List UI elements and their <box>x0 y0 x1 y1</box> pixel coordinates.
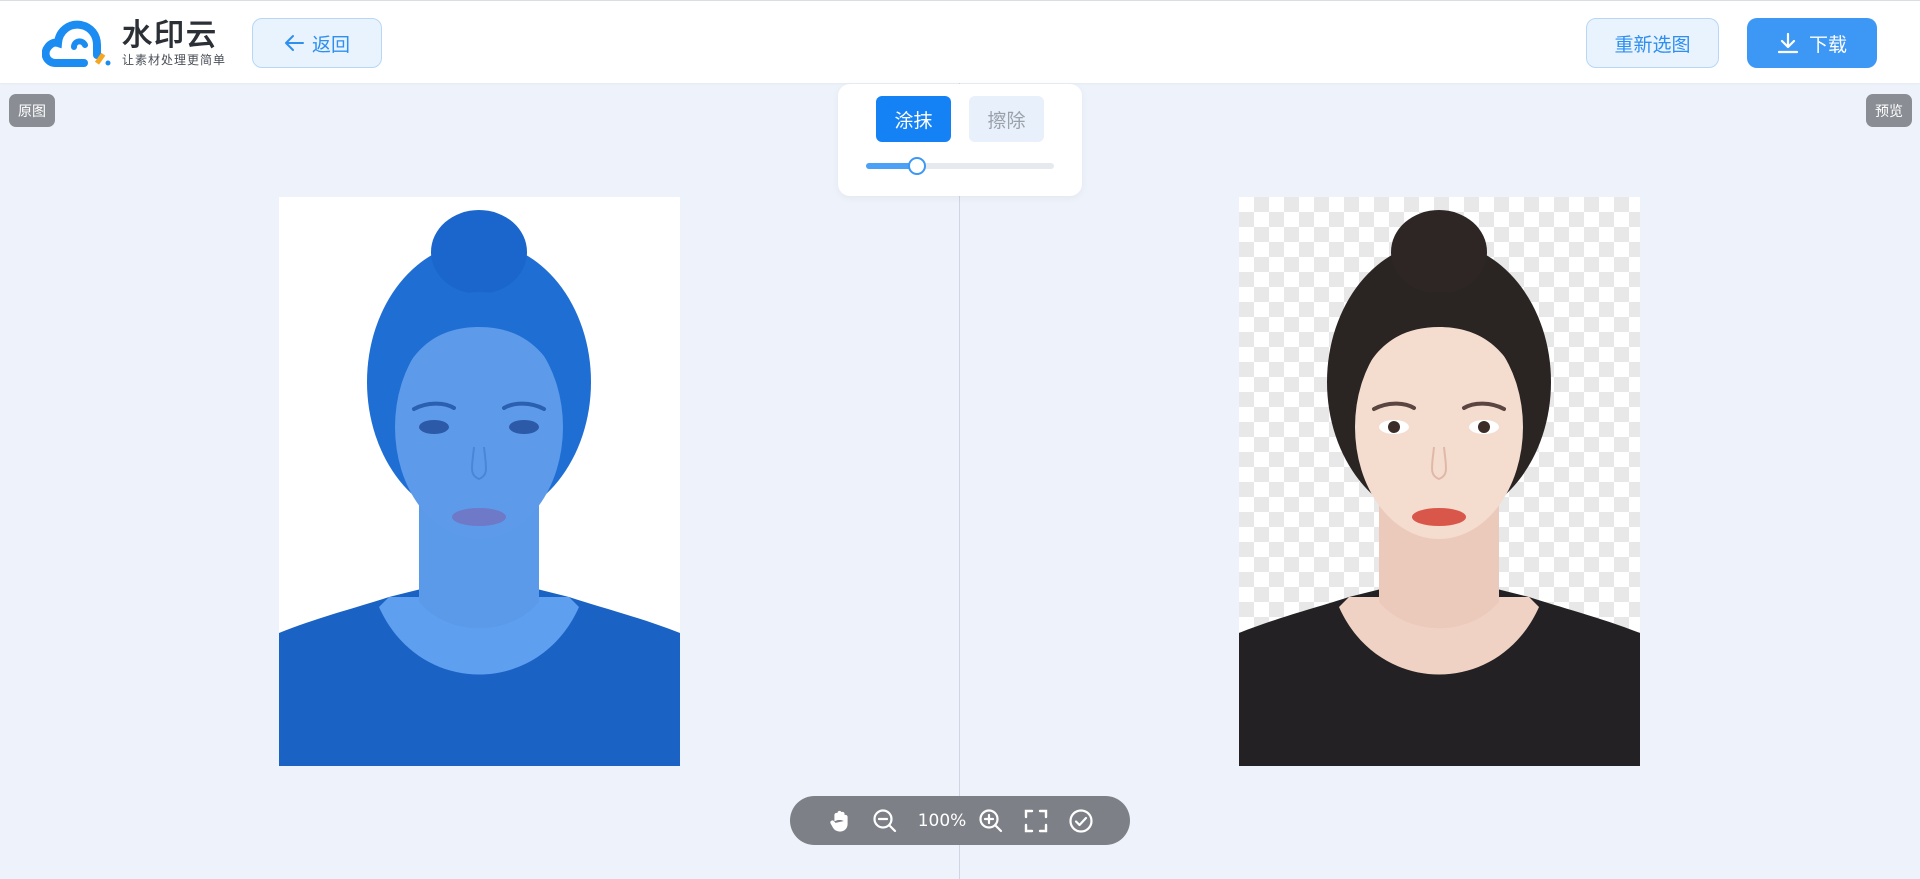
cloud-logo-icon <box>42 20 111 67</box>
arrow-left-icon <box>284 35 304 51</box>
preview-image[interactable] <box>1239 197 1640 766</box>
view-toolbar: 100% <box>790 796 1130 845</box>
masked-portrait-image <box>279 210 680 766</box>
brand-name: 水印云 <box>122 18 218 53</box>
back-button-label: 返回 <box>311 33 350 56</box>
preview-label: 预览 <box>1866 94 1912 127</box>
portrait-preview-image <box>1239 210 1640 766</box>
brand-tagline: 让素材处理更简单 <box>122 53 227 67</box>
reselect-image-button[interactable]: 重新选图 <box>1586 18 1719 68</box>
erase-tool-button[interactable]: 擦除 <box>969 96 1044 142</box>
hand-icon[interactable] <box>827 808 853 834</box>
download-button[interactable]: 下载 <box>1747 18 1877 68</box>
slider-thumb[interactable] <box>908 157 926 175</box>
brand-logo[interactable]: 水印云 让素材处理更简单 <box>42 15 226 71</box>
download-button-label: 下载 <box>1808 33 1847 56</box>
paint-tool-button[interactable]: 涂抹 <box>876 96 951 142</box>
zoom-out-icon[interactable] <box>872 808 898 834</box>
confirm-icon[interactable] <box>1068 808 1094 834</box>
back-button[interactable]: 返回 <box>252 18 382 68</box>
top-header: 水印云 让素材处理更简单 返回 重新选图 下载 <box>0 0 1920 83</box>
compare-divider <box>959 83 960 879</box>
download-icon <box>1777 32 1799 54</box>
original-label: 原图 <box>9 94 55 127</box>
brush-tool-panel: 涂抹 擦除 <box>838 84 1082 196</box>
zoom-level: 100% <box>917 810 967 831</box>
zoom-in-icon[interactable] <box>978 808 1004 834</box>
reselect-image-label: 重新选图 <box>1614 33 1691 56</box>
brush-size-slider[interactable] <box>866 157 1054 175</box>
fullscreen-icon[interactable] <box>1023 808 1049 834</box>
original-image[interactable] <box>279 197 680 766</box>
